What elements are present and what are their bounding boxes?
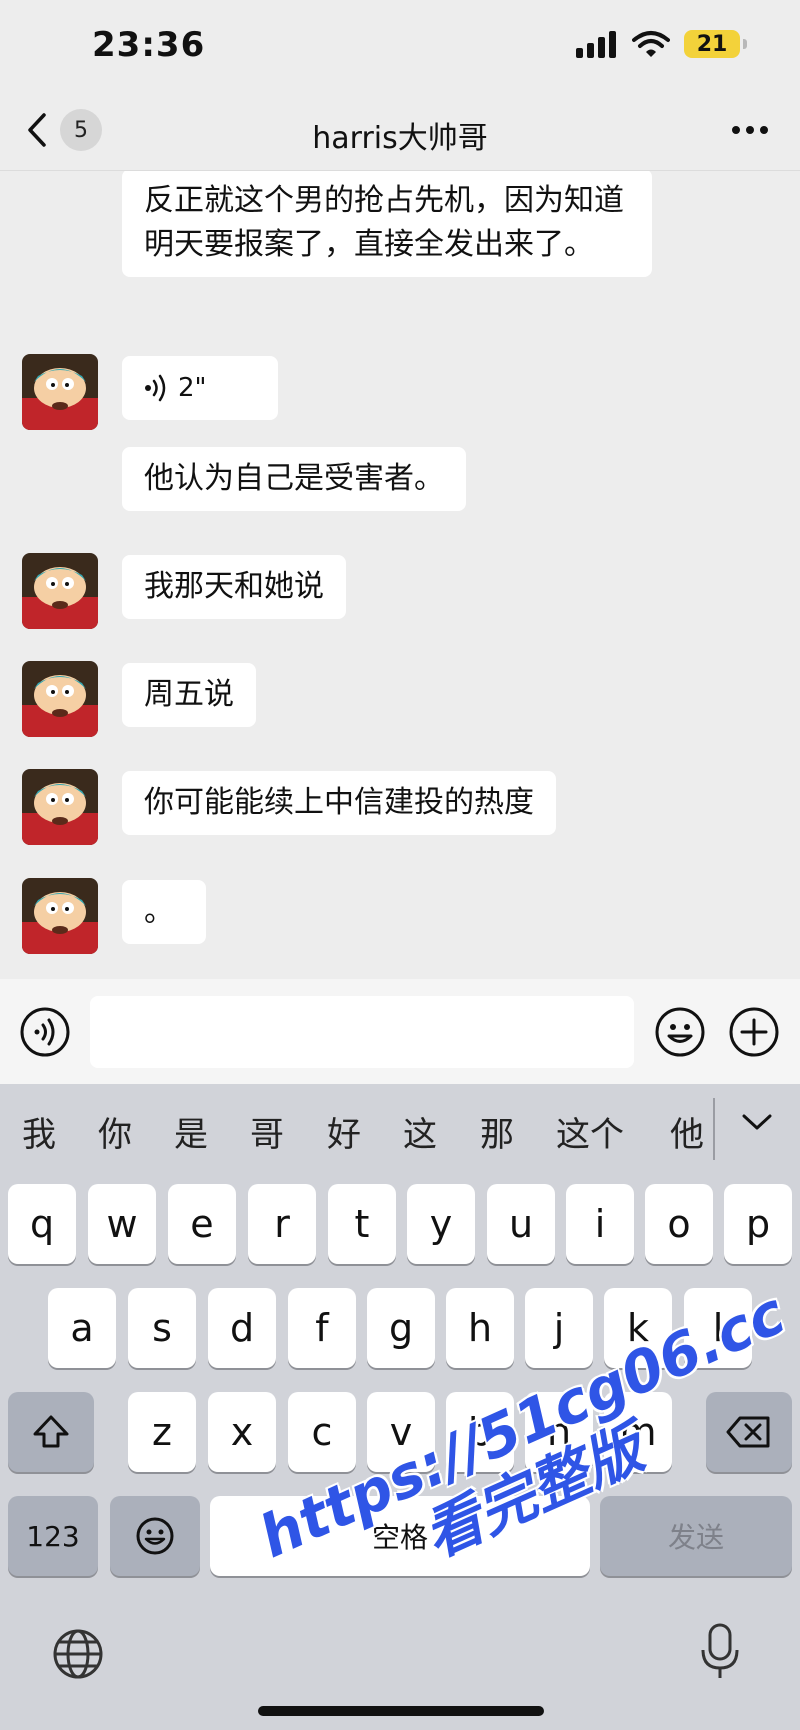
voice-input-button[interactable] xyxy=(20,1007,70,1057)
candidate-word[interactable]: 这 xyxy=(403,1107,437,1156)
key-d[interactable]: d xyxy=(208,1288,276,1368)
candidate-word[interactable]: 好 xyxy=(327,1107,361,1156)
message-bubble[interactable]: 。 xyxy=(122,880,206,944)
voice-message-bubble[interactable]: 2" xyxy=(122,356,278,420)
key-w[interactable]: w xyxy=(88,1184,156,1264)
avatar[interactable] xyxy=(22,553,98,629)
key-s[interactable]: s xyxy=(128,1288,196,1368)
status-bar: 23:36 21 xyxy=(0,0,800,95)
numbers-key[interactable]: 123 xyxy=(8,1496,98,1576)
smiley-icon xyxy=(655,1007,705,1057)
wifi-icon xyxy=(632,31,670,57)
candidate-word[interactable]: 是 xyxy=(174,1107,208,1156)
globe-button[interactable] xyxy=(52,1628,104,1684)
home-indicator xyxy=(258,1706,544,1716)
candidate-word[interactable]: 哥 xyxy=(250,1107,284,1156)
candidate-word[interactable]: 我 xyxy=(22,1107,56,1156)
candidate-word[interactable]: 那 xyxy=(480,1107,514,1156)
key-f[interactable]: f xyxy=(288,1288,356,1368)
message-bubble[interactable]: 反正就这个男的抢占先机，因为知道明天要报案了，直接全发出来了。 xyxy=(122,171,652,277)
avatar[interactable] xyxy=(22,661,98,737)
voice-icon xyxy=(20,1007,70,1057)
plus-button[interactable] xyxy=(729,1007,779,1057)
message-bubble[interactable]: 他认为自己是受害者。 xyxy=(122,447,466,511)
key-q[interactable]: q xyxy=(8,1184,76,1264)
avatar[interactable] xyxy=(22,878,98,954)
key-p[interactable]: p xyxy=(724,1184,792,1264)
key-r[interactable]: r xyxy=(248,1184,316,1264)
message-bubble[interactable]: 周五说 xyxy=(122,663,256,727)
chevron-down-icon xyxy=(742,1114,772,1130)
voice-duration: 2" xyxy=(178,373,207,403)
cartoon-avatar-icon xyxy=(22,661,98,737)
key-t[interactable]: t xyxy=(328,1184,396,1264)
key-o[interactable]: o xyxy=(645,1184,713,1264)
globe-icon xyxy=(53,1629,103,1679)
avatar[interactable] xyxy=(22,354,98,430)
cartoon-avatar-icon xyxy=(22,878,98,954)
candidate-word[interactable]: 这个 xyxy=(556,1107,624,1156)
key-u[interactable]: u xyxy=(487,1184,555,1264)
avatar[interactable] xyxy=(22,769,98,845)
plus-icon xyxy=(729,1007,779,1057)
battery-indicator: 21 xyxy=(684,30,747,58)
message-list[interactable]: 反正就这个男的抢占先机，因为知道明天要报案了，直接全发出来了。 2" 他认为自己… xyxy=(0,171,800,979)
message-input[interactable] xyxy=(90,996,634,1068)
expand-candidates-button[interactable] xyxy=(740,1110,774,1138)
emoji-button[interactable] xyxy=(655,1007,705,1057)
shift-key[interactable] xyxy=(8,1392,94,1472)
ellipsis-icon xyxy=(732,126,768,134)
candidate-word[interactable]: 他 xyxy=(670,1107,704,1156)
candidate-word[interactable]: 你 xyxy=(98,1107,132,1156)
send-key[interactable]: 发送 xyxy=(600,1496,792,1576)
emoji-key[interactable] xyxy=(110,1496,200,1576)
key-x[interactable]: x xyxy=(208,1392,276,1472)
candidate-divider xyxy=(713,1098,715,1160)
chat-title: harris大帅哥 xyxy=(312,121,488,156)
key-e[interactable]: e xyxy=(168,1184,236,1264)
cartoon-avatar-icon xyxy=(22,553,98,629)
signal-icon xyxy=(576,31,616,58)
status-icons: 21 xyxy=(574,30,747,58)
cartoon-avatar-icon xyxy=(22,769,98,845)
battery-level: 21 xyxy=(696,31,728,57)
microphone-icon xyxy=(701,1623,739,1678)
key-i[interactable]: i xyxy=(566,1184,634,1264)
key-h[interactable]: h xyxy=(446,1288,514,1368)
key-a[interactable]: a xyxy=(48,1288,116,1368)
key-g[interactable]: g xyxy=(367,1288,435,1368)
dictation-button[interactable] xyxy=(700,1622,740,1686)
more-options-button[interactable] xyxy=(730,115,770,153)
message-bubble[interactable]: 你可能能续上中信建投的热度 xyxy=(122,771,556,835)
key-c[interactable]: c xyxy=(288,1392,356,1472)
smiley-icon xyxy=(136,1517,174,1555)
shift-arrow-icon xyxy=(33,1415,69,1448)
cartoon-avatar-icon xyxy=(22,354,98,430)
candidate-bar: 我 你 是 哥 好 这 那 这个 他 xyxy=(0,1084,800,1179)
message-bubble[interactable]: 我那天和她说 xyxy=(122,555,346,619)
input-bar xyxy=(0,979,800,1084)
key-j[interactable]: j xyxy=(525,1288,593,1368)
chat-header: 5 harris大帅哥 xyxy=(0,95,800,171)
key-y[interactable]: y xyxy=(407,1184,475,1264)
status-time: 23:36 xyxy=(92,25,206,65)
voice-wave-icon xyxy=(145,374,166,402)
key-z[interactable]: z xyxy=(128,1392,196,1472)
